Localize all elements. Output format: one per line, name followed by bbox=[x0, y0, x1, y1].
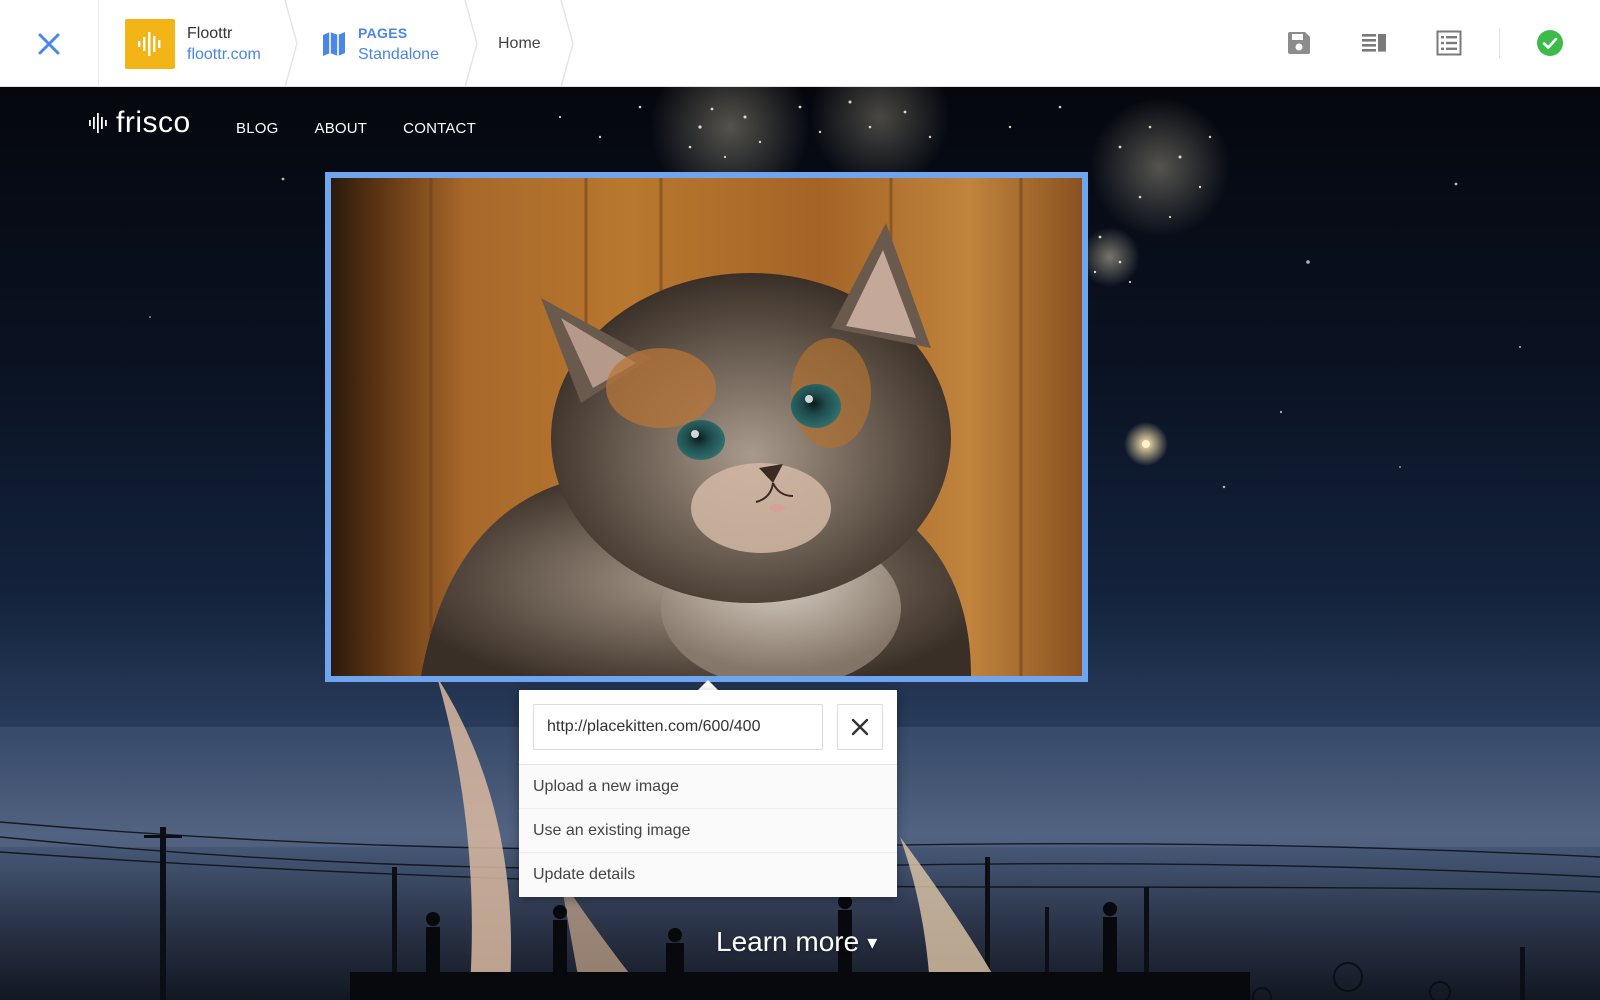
use-existing-image-option[interactable]: Use an existing image bbox=[519, 809, 897, 853]
current-page-label: Home bbox=[498, 34, 541, 52]
learn-more-link[interactable]: Learn more ▾ bbox=[716, 926, 877, 958]
upload-new-image-option[interactable]: Upload a new image bbox=[519, 765, 897, 809]
pages-kicker: PAGES bbox=[358, 24, 408, 41]
check-circle-icon bbox=[1537, 30, 1563, 56]
close-icon bbox=[38, 33, 60, 54]
clear-url-button[interactable] bbox=[837, 704, 883, 750]
sound-wave-icon bbox=[89, 113, 107, 133]
frisco-logo[interactable]: frisco bbox=[88, 106, 191, 140]
map-icon bbox=[323, 31, 345, 56]
toolbar-divider bbox=[1499, 28, 1500, 58]
nav-link-about[interactable]: ABOUT bbox=[314, 120, 367, 137]
page-details-button[interactable] bbox=[1432, 26, 1466, 60]
pages-type: Standalone bbox=[358, 45, 439, 63]
list-details-icon bbox=[1436, 30, 1462, 56]
sound-wave-icon bbox=[138, 31, 161, 56]
close-icon bbox=[851, 718, 869, 736]
breadcrumb-current-page[interactable]: Home bbox=[498, 0, 541, 87]
site-logo bbox=[125, 18, 175, 69]
kitten-photo bbox=[331, 178, 1082, 676]
breadcrumb-site[interactable]: Floottr floottr.com bbox=[125, 0, 261, 87]
breadcrumb-divider bbox=[560, 0, 574, 87]
caret-down-icon: ▾ bbox=[867, 931, 878, 954]
image-url-input[interactable] bbox=[533, 704, 823, 750]
save-button[interactable] bbox=[1282, 26, 1316, 60]
save-icon bbox=[1288, 32, 1310, 54]
image-source-popover: Upload a new image Use an existing image… bbox=[519, 690, 897, 897]
site-name: Floottr bbox=[187, 24, 233, 42]
site-logo-wordmark: frisco bbox=[116, 106, 191, 139]
breadcrumb-pages[interactable]: PAGES Standalone bbox=[322, 0, 439, 87]
nav-link-contact[interactable]: CONTACT bbox=[403, 120, 476, 137]
breadcrumb-divider bbox=[464, 0, 478, 87]
close-editor-button[interactable] bbox=[0, 0, 99, 87]
site-nav: BLOG ABOUT CONTACT bbox=[236, 120, 476, 137]
layout-icon bbox=[1362, 34, 1386, 52]
layout-button[interactable] bbox=[1357, 26, 1391, 60]
update-details-option[interactable]: Update details bbox=[519, 853, 897, 897]
selected-image[interactable] bbox=[325, 172, 1088, 682]
breadcrumb-divider bbox=[284, 0, 298, 87]
editor-toolbar: Floottr floottr.com PAGES Standalone Hom… bbox=[0, 0, 1600, 87]
nav-link-blog[interactable]: BLOG bbox=[236, 120, 278, 137]
publish-button[interactable] bbox=[1533, 26, 1567, 60]
learn-more-label: Learn more bbox=[716, 926, 860, 957]
site-domain-link[interactable]: floottr.com bbox=[187, 44, 261, 65]
